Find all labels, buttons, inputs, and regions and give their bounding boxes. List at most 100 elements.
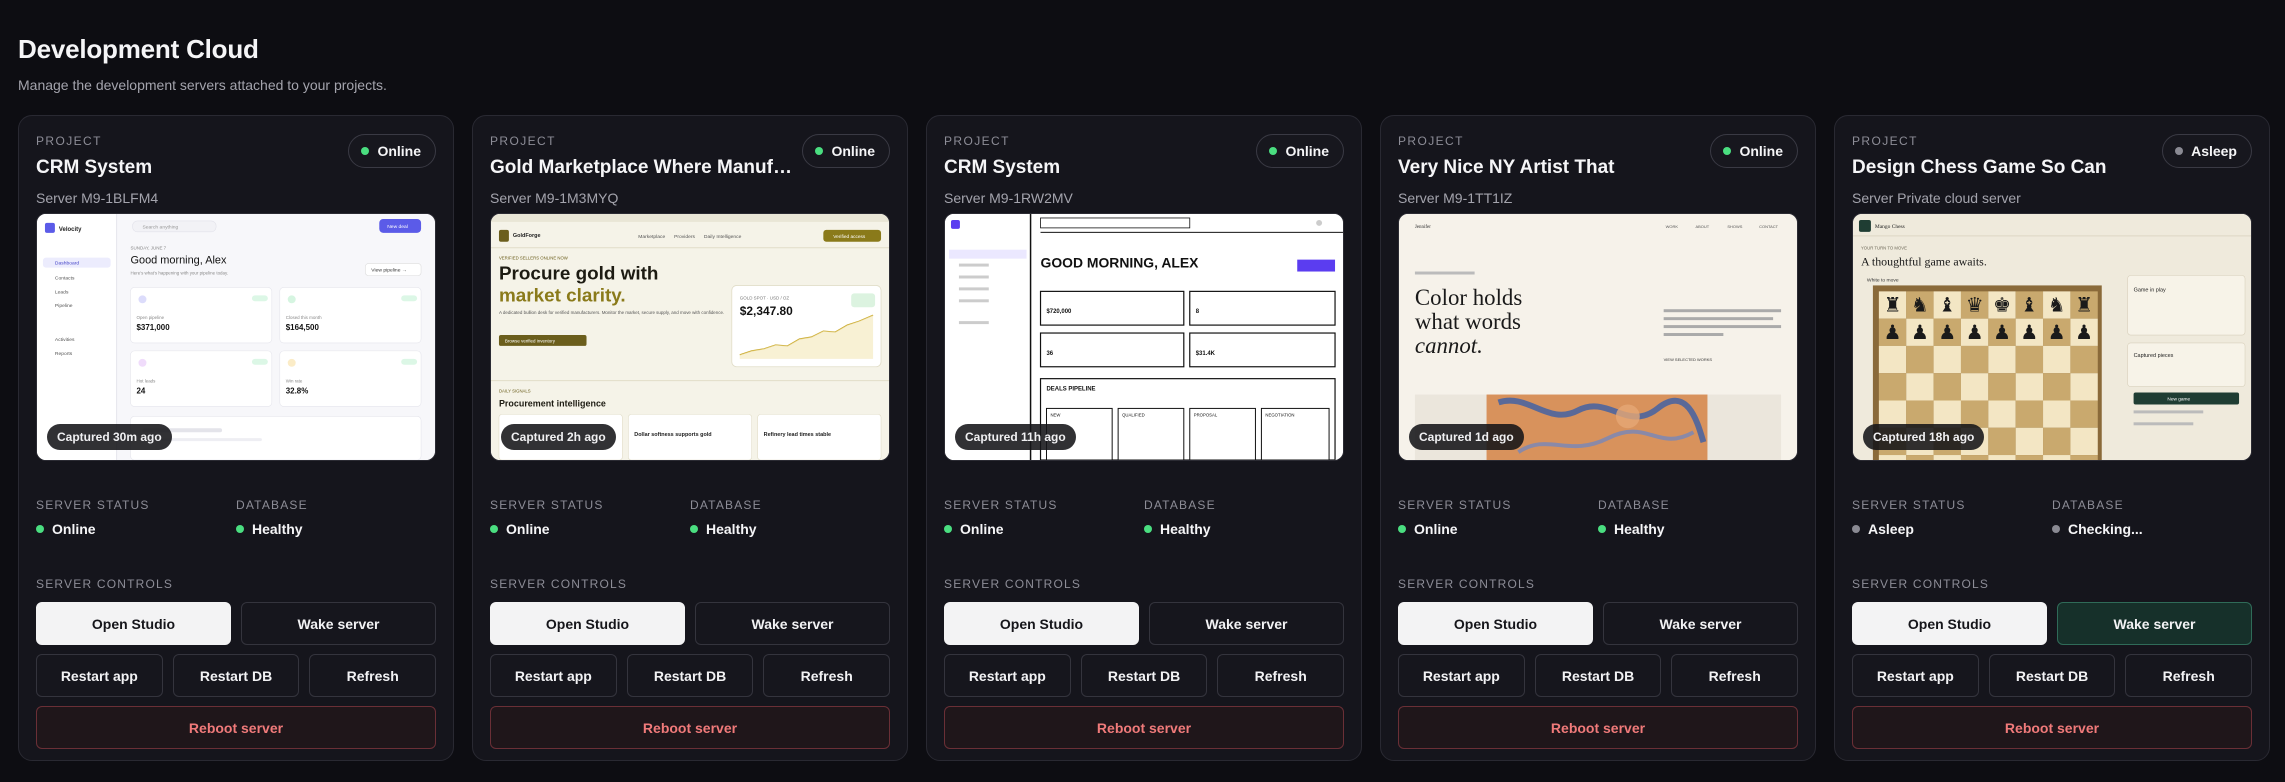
svg-text:NEW: NEW: [1050, 412, 1061, 417]
svg-text:DAILY SIGNALS: DAILY SIGNALS: [499, 389, 531, 394]
reboot-server-button[interactable]: Reboot server: [36, 706, 436, 749]
status-pill-label: Asleep: [2191, 143, 2237, 159]
restart-db-button[interactable]: Restart DB: [626, 654, 754, 697]
secondary-controls: Restart app Restart DB Refresh: [490, 654, 891, 697]
wake-server-button[interactable]: Wake server: [241, 602, 436, 645]
svg-text:DEALS PIPELINE: DEALS PIPELINE: [1046, 387, 1095, 393]
server-status-value: Asleep: [1852, 521, 2052, 537]
primary-controls: Open Studio Wake server: [36, 602, 436, 645]
svg-text:Providers: Providers: [674, 234, 695, 240]
chess-piece-icon: ♟: [1911, 321, 1929, 344]
chess-square: [2043, 345, 2071, 374]
restart-db-button[interactable]: Restart DB: [1534, 654, 1662, 697]
svg-text:what words: what words: [1415, 309, 1521, 334]
captured-badge: Captured 30m ago: [47, 424, 172, 450]
chess-square: [1960, 345, 1989, 374]
server-status: SERVER STATUS Online: [490, 498, 690, 537]
preview-screenshot[interactable]: GoldForge Marketplace Providers Daily In…: [490, 213, 890, 461]
status-pill-label: Online: [831, 143, 875, 159]
restart-app-button[interactable]: Restart app: [1398, 654, 1525, 697]
database-label: DATABASE: [1144, 498, 1216, 512]
svg-text:New game: New game: [2167, 396, 2190, 402]
wake-server-button[interactable]: Wake server: [2057, 602, 2252, 645]
chess-square: [1906, 455, 1934, 460]
svg-text:Open pipeline: Open pipeline: [137, 315, 165, 320]
server-status-label: SERVER STATUS: [36, 498, 150, 512]
chess-square: [2043, 373, 2071, 401]
reboot-server-button[interactable]: Reboot server: [1852, 706, 2252, 749]
wake-server-button[interactable]: Wake server: [1149, 602, 1344, 645]
chess-square: [2015, 427, 2044, 456]
status-dot-icon: [944, 525, 952, 533]
database-status: DATABASE Healthy: [1144, 498, 1344, 537]
reboot-server-button[interactable]: Reboot server: [1398, 706, 1798, 749]
project-name: Gold Marketplace Where Manufa…: [490, 157, 800, 178]
wake-server-button[interactable]: Wake server: [695, 602, 890, 645]
open-studio-button[interactable]: Open Studio: [1398, 602, 1593, 645]
status-pill: Online: [348, 134, 436, 168]
chess-piece-icon: ♟: [1938, 321, 1956, 344]
open-studio-button[interactable]: Open Studio: [944, 602, 1139, 645]
restart-app-button[interactable]: Restart app: [490, 654, 617, 697]
refresh-button[interactable]: Refresh: [763, 654, 891, 697]
svg-text:GOLD SPOT · USD / OZ: GOLD SPOT · USD / OZ: [740, 295, 790, 300]
server-name: Server Private cloud server: [1852, 190, 2021, 206]
refresh-button[interactable]: Refresh: [1671, 654, 1799, 697]
chess-piece-icon: ♟: [1993, 321, 2011, 344]
svg-text:VIEW SELECTED WORKS: VIEW SELECTED WORKS: [1664, 357, 1713, 362]
svg-text:Here's what's happening with y: Here's what's happening with your pipeli…: [131, 271, 229, 276]
database-status-text: Healthy: [706, 521, 757, 537]
svg-text:32.8%: 32.8%: [286, 387, 309, 396]
project-name: CRM System: [944, 157, 1061, 178]
card-header: PROJECT Very Nice NY Artist That Server …: [1398, 116, 1798, 213]
status-row: SERVER STATUS Online DATABASE Healthy: [490, 498, 890, 537]
server-status-value: Online: [36, 521, 236, 537]
preview-screenshot[interactable]: Velocity Dashboard Contacts Leads Pipeli…: [36, 213, 436, 461]
restart-db-button[interactable]: Restart DB: [1988, 654, 2116, 697]
reboot-server-button[interactable]: Reboot server: [944, 706, 1344, 749]
refresh-button[interactable]: Refresh: [309, 654, 437, 697]
svg-text:View pipeline →: View pipeline →: [371, 268, 406, 274]
open-studio-button[interactable]: Open Studio: [1852, 602, 2047, 645]
project-name: CRM System: [36, 157, 153, 178]
svg-text:Color holds: Color holds: [1415, 285, 1522, 310]
database-status-value: Healthy: [690, 521, 890, 537]
reboot-server-button[interactable]: Reboot server: [490, 706, 890, 749]
chess-square: [2015, 400, 2044, 428]
svg-text:Leads: Leads: [55, 289, 69, 295]
svg-text:VERIFIED SELLERS ONLINE NOW: VERIFIED SELLERS ONLINE NOW: [499, 256, 569, 261]
svg-text:Dashboard: Dashboard: [55, 261, 80, 267]
svg-text:Reports: Reports: [55, 351, 73, 357]
primary-controls: Open Studio Wake server: [1398, 602, 1798, 645]
restart-db-button[interactable]: Restart DB: [172, 654, 300, 697]
refresh-button[interactable]: Refresh: [1217, 654, 1345, 697]
preview-screenshot[interactable]: Jennifer WORK ABOUT SHOWS CONTACT Color …: [1398, 213, 1798, 461]
open-studio-button[interactable]: Open Studio: [36, 602, 231, 645]
restart-app-button[interactable]: Restart app: [1852, 654, 1979, 697]
svg-text:GoldForge: GoldForge: [513, 233, 541, 239]
database-status-text: Checking...: [2068, 521, 2143, 537]
status-dot-icon: [236, 525, 244, 533]
restart-app-button[interactable]: Restart app: [944, 654, 1071, 697]
chess-square: [2070, 345, 2098, 374]
secondary-controls: Restart app Restart DB Refresh: [1852, 654, 2253, 697]
svg-text:Dollar softness supports gold: Dollar softness supports gold: [634, 432, 711, 438]
chess-square: [2070, 427, 2098, 456]
open-studio-button[interactable]: Open Studio: [490, 602, 685, 645]
wake-server-button[interactable]: Wake server: [1603, 602, 1798, 645]
server-status: SERVER STATUS Online: [1398, 498, 1598, 537]
chess-square: [1906, 373, 1934, 401]
svg-text:cannot.: cannot.: [1415, 333, 1483, 358]
preview-screenshot[interactable]: GOOD MORNING, ALEX $720,000 8 36 $31.4K …: [944, 213, 1344, 461]
captured-badge: Captured 1d ago: [1409, 424, 1524, 450]
svg-text:Mango Chess: Mango Chess: [1875, 224, 1905, 230]
restart-app-button[interactable]: Restart app: [36, 654, 163, 697]
restart-db-button[interactable]: Restart DB: [1080, 654, 1208, 697]
preview-screenshot[interactable]: Mango Chess YOUR TURN TO MOVE A thoughtf…: [1852, 213, 2252, 461]
captured-badge: Captured 2h ago: [501, 424, 616, 450]
status-pill-label: Online: [377, 143, 421, 159]
database-status: DATABASE Healthy: [690, 498, 890, 537]
refresh-button[interactable]: Refresh: [2125, 654, 2253, 697]
status-pill-label: Online: [1739, 143, 1783, 159]
chess-square: [2070, 455, 2098, 460]
